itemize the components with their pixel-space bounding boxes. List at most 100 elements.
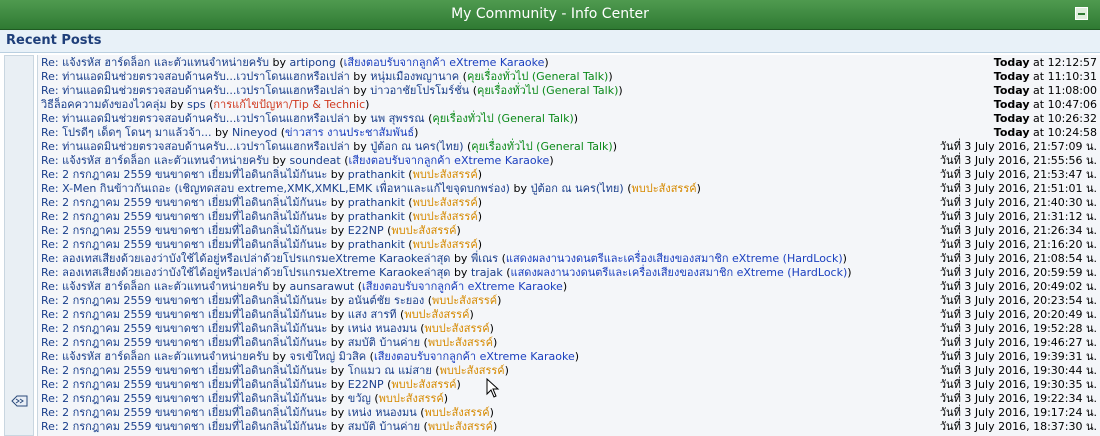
paren-close: )	[504, 364, 509, 377]
post-title-link[interactable]: Re: 2 กรกฎาคม 2559 ขนขาดชา เยี่ยมที่ไอดิ…	[41, 420, 327, 433]
board-link[interactable]: พบปะสังสรรค์	[432, 294, 497, 307]
collapse-icon[interactable]	[1075, 7, 1088, 20]
posts-icon-column	[4, 55, 34, 436]
author-link[interactable]: สมบัติ บ้านค่าย	[348, 336, 420, 349]
board-link[interactable]: พบปะสังสรรค์	[425, 406, 490, 419]
post-title-link[interactable]: Re: 2 กรกฎาคม 2559 ขนขาดชา เยี่ยมที่ไอดิ…	[41, 322, 327, 335]
board-link[interactable]: พบปะสังสรรค์	[425, 322, 490, 335]
post-title-link[interactable]: Re: แจ้งรหัส ฮาร์ดล็อก และตัวแทนจำหน่ายค…	[41, 350, 269, 363]
board-link[interactable]: พบปะสังสรรค์	[631, 182, 696, 195]
author-link[interactable]: สมบัติ บ้านค่าย	[348, 420, 420, 433]
board-link[interactable]: พบปะสังสรรค์	[413, 168, 478, 181]
post-title-link[interactable]: Re: โปรดีๆ เด็ดๆ โดนๆ มาแล้วจ้า...	[41, 126, 211, 139]
author-link[interactable]: aunsarawut	[290, 280, 355, 293]
post-title-link[interactable]: Re: แจ้งรหัส ฮาร์ดล็อก และตัวแทนจำหน่ายค…	[41, 280, 269, 293]
author-link[interactable]: artipong	[290, 56, 336, 69]
post-row: Re: ท่านแอดมินช่วยตรวจสอบด้านครับ...เวปร…	[41, 112, 1097, 126]
mouse-cursor-icon	[486, 378, 500, 398]
board-link[interactable]: เสียงตอบรับจากลูกค้า eXtreme Karaoke	[344, 56, 545, 69]
post-row: Re: 2 กรกฎาคม 2559 ขนขาดชา เยี่ยมที่ไอดิ…	[41, 224, 1097, 238]
post-title-link[interactable]: Re: ลองเทสเสียงด้วยเองว่าบังใช้ได้อยู่หร…	[41, 252, 450, 265]
board-link[interactable]: พบปะสังสรรค์	[404, 308, 469, 321]
post-title-link[interactable]: Re: 2 กรกฎาคม 2559 ขนขาดชา เยี่ยมที่ไอดิ…	[41, 308, 327, 321]
post-title-link[interactable]: Re: ท่านแอดมินช่วยตรวจสอบด้านครับ...เวปร…	[41, 140, 350, 153]
author-link[interactable]: จรเข้ใหญ่ มิวสิค	[290, 350, 367, 363]
section-title: Recent Posts	[6, 33, 102, 48]
post-title-link[interactable]: Re: 2 กรกฎาคม 2559 ขนขาดชา เยี่ยมที่ไอดิ…	[41, 364, 327, 377]
author-link[interactable]: เหน่ง หนองมน	[348, 406, 417, 419]
author-link[interactable]: prathankit	[348, 210, 405, 223]
post-title-link[interactable]: Re: 2 กรกฎาคม 2559 ขนขาดชา เยี่ยมที่ไอดิ…	[41, 406, 327, 419]
paren-close: )	[842, 252, 847, 265]
author-link[interactable]: ปู่ต้อก ณ นคร(ไทย)	[370, 140, 463, 153]
board-link[interactable]: พบปะสังสรรค์	[413, 210, 478, 223]
post-title-link[interactable]: Re: 2 กรกฎาคม 2559 ขนขาดชา เยี่ยมที่ไอดิ…	[41, 238, 327, 251]
author-link[interactable]: E22NP	[348, 378, 384, 391]
post-title-link[interactable]: Re: ลองเทสเสียงด้วยเองว่าบังใช้ได้อยู่หร…	[41, 266, 450, 279]
author-link[interactable]: prathankit	[348, 238, 405, 251]
post-title-link[interactable]: วิธีล็อคความดังของไวคลุ่ม	[41, 98, 167, 111]
author-link[interactable]: prathankit	[348, 196, 405, 209]
post-row: Re: 2 กรกฎาคม 2559 ขนขาดชา เยี่ยมที่ไอดิ…	[41, 308, 1097, 322]
post-title-link[interactable]: Re: 2 กรกฎาคม 2559 ขนขาดชา เยี่ยมที่ไอดิ…	[41, 210, 327, 223]
board-link[interactable]: คุยเรื่องทั่วไป (General Talk)	[477, 84, 618, 97]
board-link[interactable]: แสดงผลงานวงดนตรีและเครื่องเสียงของสมาชิก…	[511, 266, 848, 279]
post-timestamp: วันที่ 3 July 2016, 21:16:20 น.	[940, 238, 1097, 252]
author-link[interactable]: เหน่ง หนองมน	[348, 322, 417, 335]
post-title-link[interactable]: Re: 2 กรกฎาคม 2559 ขนขาดชา เยี่ยมที่ไอดิ…	[41, 224, 327, 237]
by-label: by	[353, 84, 367, 97]
author-link[interactable]: trajak	[471, 266, 503, 279]
by-label: by	[272, 154, 287, 167]
board-link[interactable]: คุยเรื่องทั่วไป (General Talk)	[467, 70, 608, 83]
post-timestamp: วันที่ 3 July 2016, 21:26:34 น.	[940, 224, 1097, 238]
post-timestamp: วันที่ 3 July 2016, 21:08:54 น.	[940, 252, 1097, 266]
post-timestamp: วันที่ 3 July 2016, 19:17:24 น.	[940, 406, 1097, 420]
post-timestamp: วันที่ 3 July 2016, 21:55:56 น.	[940, 154, 1097, 168]
author-link[interactable]: ปู่ต้อก ณ นคร(ไทย)	[530, 182, 623, 195]
by-label: by	[214, 126, 229, 139]
post-title-link[interactable]: Re: 2 กรกฎาคม 2559 ขนขาดชา เยี่ยมที่ไอดิ…	[41, 294, 327, 307]
author-link[interactable]: นพ สุพรรณ	[370, 112, 424, 125]
board-link[interactable]: พบปะสังสรรค์	[379, 392, 444, 405]
post-title-link[interactable]: Re: 2 กรกฎาคม 2559 ขนขาดชา เยี่ยมที่ไอดิ…	[41, 378, 327, 391]
board-link[interactable]: พบปะสังสรรค์	[440, 364, 505, 377]
post-title-link[interactable]: Re: ท่านแอดมินช่วยตรวจสอบด้านครับ...เวปร…	[41, 84, 350, 97]
post-title-link[interactable]: Re: 2 กรกฎาคม 2559 ขนขาดชา เยี่ยมที่ไอดิ…	[41, 196, 327, 209]
board-link[interactable]: พบปะสังสรรค์	[391, 378, 456, 391]
board-link[interactable]: คุยเรื่องทั่วไป (General Talk)	[471, 140, 612, 153]
paren-close: )	[618, 84, 623, 97]
post-title-link[interactable]: Re: ท่านแอดมินช่วยตรวจสอบด้านครับ...เวปร…	[41, 70, 350, 83]
board-link[interactable]: เสียงตอบรับจากลูกค้า eXtreme Karaoke	[374, 350, 575, 363]
board-link[interactable]: ข่าวสาร งานประชาสัมพันธ์	[285, 126, 414, 139]
board-link[interactable]: การแก้ไขปัญหา/Tip & Technic	[213, 98, 365, 111]
author-link[interactable]: แสง สารที	[348, 308, 397, 321]
board-link[interactable]: คุยเรื่องทั่วไป (General Talk)	[432, 112, 573, 125]
post-title-link[interactable]: Re: แจ้งรหัส ฮาร์ดล็อก และตัวแทนจำหน่ายค…	[41, 56, 269, 69]
board-link[interactable]: พบปะสังสรรค์	[413, 238, 478, 251]
post-title-link[interactable]: Re: 2 กรกฎาคม 2559 ขนขาดชา เยี่ยมที่ไอดิ…	[41, 336, 327, 349]
paren-close: )	[492, 336, 498, 349]
author-link[interactable]: sps	[187, 98, 205, 111]
post-title-link[interactable]: Re: 2 กรกฎาคม 2559 ขนขาดชา เยี่ยมที่ไอดิ…	[41, 392, 327, 405]
author-link[interactable]: หนุ่มเมืองพญานาค	[370, 70, 459, 83]
author-link[interactable]: Nineyod	[232, 126, 277, 139]
board-link[interactable]: พบปะสังสรรค์	[391, 224, 456, 237]
author-link[interactable]: E22NP	[348, 224, 384, 237]
author-link[interactable]: อนันต์ชัย ระยอง	[348, 294, 424, 307]
board-link[interactable]: พบปะสังสรรค์	[428, 336, 493, 349]
author-link[interactable]: ขวัญ	[348, 392, 371, 405]
board-link[interactable]: เสียงตอบรับจากลูกค้า eXtreme Karaoke	[349, 154, 550, 167]
board-link[interactable]: พบปะสังสรรค์	[413, 196, 478, 209]
author-link[interactable]: พี่เณร	[471, 252, 498, 265]
author-link[interactable]: prathankit	[348, 168, 405, 181]
post-title-link[interactable]: Re: 2 กรกฎาคม 2559 ขนขาดชา เยี่ยมที่ไอดิ…	[41, 168, 327, 181]
author-link[interactable]: บ่าวอาชัยโปรโมร์ชั่น	[370, 84, 469, 97]
post-title-link[interactable]: Re: แจ้งรหัส ฮาร์ดล็อก และตัวแทนจำหน่ายค…	[41, 154, 269, 167]
board-link[interactable]: เสียงตอบรับจากลูกค้า eXtreme Karaoke	[362, 280, 563, 293]
post-title-link[interactable]: Re: ท่านแอดมินช่วยตรวจสอบด้านครับ...เวปร…	[41, 112, 350, 125]
board-link[interactable]: แสดงผลงานวงดนตรีและเครื่องเสียงของสมาชิก…	[506, 252, 843, 265]
author-link[interactable]: โกแมว ณ แม่สาย	[348, 364, 432, 377]
board-link[interactable]: พบปะสังสรรค์	[428, 420, 493, 433]
author-link[interactable]: soundeat	[290, 154, 341, 167]
post-title-link[interactable]: Re: X-Men กินข้าวกันเถอะ (เชิญทดสอบ extr…	[41, 182, 510, 195]
